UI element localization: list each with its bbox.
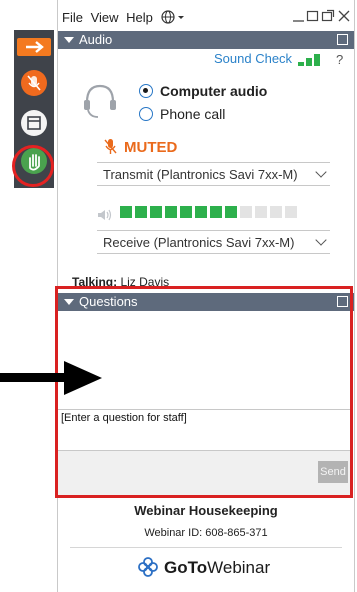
sound-check-link[interactable]: Sound Check xyxy=(214,51,292,66)
level-meter-segment xyxy=(240,206,252,218)
webinar-id: Webinar ID: 608-865-371 xyxy=(144,527,268,539)
audio-pane-title: Audio xyxy=(79,32,113,47)
computer-audio-radio[interactable] xyxy=(139,84,153,98)
mic-muted-icon xyxy=(104,139,117,154)
level-meter-segment xyxy=(180,206,192,218)
level-meter-segment xyxy=(210,206,222,218)
raise-hand-highlight-circle xyxy=(12,145,54,187)
pointer-arrow-icon xyxy=(0,373,70,382)
level-meter-segment xyxy=(270,206,282,218)
webinar-title: Webinar Housekeeping xyxy=(134,503,278,518)
microphone-button[interactable] xyxy=(21,70,47,96)
arrow-right-icon xyxy=(26,41,44,53)
chevron-down-icon xyxy=(315,234,327,246)
chevron-down-icon xyxy=(315,166,327,178)
brand-goto: GoTo xyxy=(164,558,208,577)
mic-muted-icon xyxy=(27,75,41,91)
globe-icon[interactable] xyxy=(160,10,187,24)
screen-view-button[interactable] xyxy=(21,110,47,136)
receive-device-select[interactable]: Receive (Plantronics Savi 7xx-M) xyxy=(97,230,330,254)
brand-name: GoToWebinar xyxy=(164,558,270,578)
brand-webinar: Webinar xyxy=(207,558,271,577)
speaker-icon xyxy=(98,209,112,221)
menu-help[interactable]: Help xyxy=(126,10,153,25)
computer-audio-label[interactable]: Computer audio xyxy=(160,83,267,99)
transmit-device-value: Transmit (Plantronics Savi 7xx-M) xyxy=(103,167,298,182)
phone-call-radio[interactable] xyxy=(139,107,153,121)
collapse-arrow-button[interactable] xyxy=(17,38,51,56)
level-meter-segment xyxy=(135,206,147,218)
collapse-triangle-icon xyxy=(64,37,74,44)
level-meter-segment xyxy=(165,206,177,218)
audio-pane-header[interactable]: Audio xyxy=(58,31,354,49)
pointer-arrow-head-icon xyxy=(64,361,102,395)
audio-help-icon[interactable]: ? xyxy=(336,52,343,67)
menu-bar: File View Help xyxy=(62,10,187,25)
level-meter-segment xyxy=(195,206,207,218)
level-meter-segment xyxy=(285,206,297,218)
level-meter-segment xyxy=(255,206,267,218)
window-icon xyxy=(27,116,41,130)
close-icon[interactable] xyxy=(337,9,351,26)
phone-call-label[interactable]: Phone call xyxy=(160,106,225,122)
popout-pane-icon[interactable] xyxy=(337,34,348,45)
transmit-device-select[interactable]: Transmit (Plantronics Savi 7xx-M) xyxy=(97,162,330,186)
minimize-icon[interactable] xyxy=(292,9,306,26)
gotowebinar-flower-icon xyxy=(138,557,158,577)
level-meter-segment xyxy=(120,206,132,218)
level-meter-segment xyxy=(150,206,162,218)
receive-device-value: Receive (Plantronics Savi 7xx-M) xyxy=(103,235,295,250)
menu-file[interactable]: File xyxy=(62,10,83,25)
menu-view[interactable]: View xyxy=(91,10,119,25)
footer-divider xyxy=(70,547,342,548)
popout-window-icon[interactable] xyxy=(321,9,335,26)
headset-icon xyxy=(84,84,116,118)
muted-status: MUTED xyxy=(124,139,178,156)
level-meter-segment xyxy=(225,206,237,218)
maximize-icon[interactable] xyxy=(306,9,320,26)
